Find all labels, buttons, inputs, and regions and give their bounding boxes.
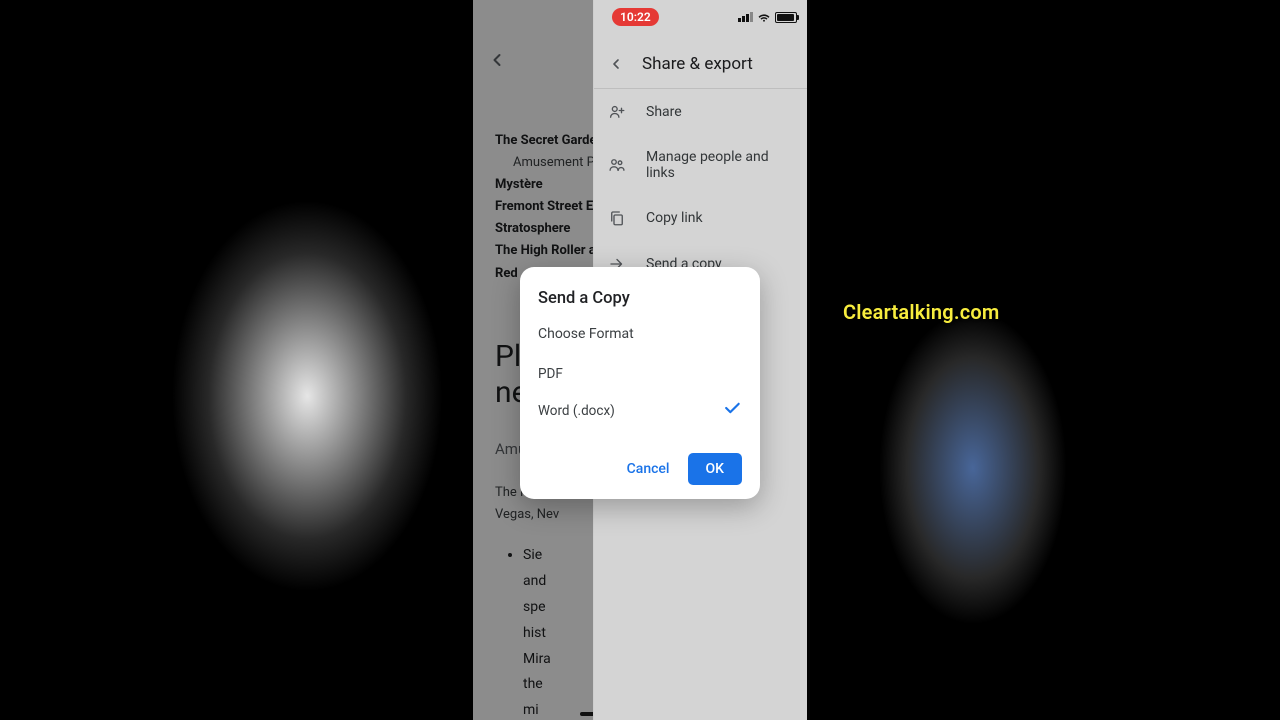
wifi-icon [757,10,771,24]
stage: The Secret Garde Amusement Pa Mystère Fr… [0,0,1280,720]
dialog-title: Send a Copy [538,289,742,308]
panel-item-manage[interactable]: Manage people and links [594,135,807,195]
format-option-word[interactable]: Word (.docx) [538,390,742,431]
panel-item-copy-link[interactable]: Copy link [594,195,807,241]
format-option-label: Word (.docx) [538,403,615,419]
person-add-icon [608,103,626,121]
dialog-actions: Cancel OK [538,453,742,485]
format-option-label: PDF [538,366,563,382]
panel-back-icon[interactable] [608,56,624,72]
status-bar: 10:22 [473,6,807,28]
people-icon [608,156,626,174]
panel-item-share[interactable]: Share [594,89,807,135]
status-icons [738,10,797,24]
format-option-pdf[interactable]: PDF [538,358,742,390]
cellular-icon [738,12,753,22]
battery-icon [775,12,797,23]
cancel-button[interactable]: Cancel [623,455,674,483]
checkmark-icon [722,398,742,423]
recording-time-pill[interactable]: 10:22 [612,8,659,26]
ok-button[interactable]: OK [688,453,743,485]
panel-item-label: Share [646,104,682,120]
panel-title: Share & export [642,54,753,74]
phone-frame: The Secret Garde Amusement Pa Mystère Fr… [473,0,807,720]
panel-item-label: Manage people and links [646,149,793,181]
panel-item-label: Copy link [646,210,703,226]
letterbox-left [0,0,130,720]
watermark-text: Cleartalking.com [843,300,999,324]
dialog-subtitle: Choose Format [538,326,742,342]
send-copy-dialog: Send a Copy Choose Format PDF Word (.doc… [520,267,760,499]
letterbox-right [1150,0,1280,720]
copy-icon [608,209,626,227]
